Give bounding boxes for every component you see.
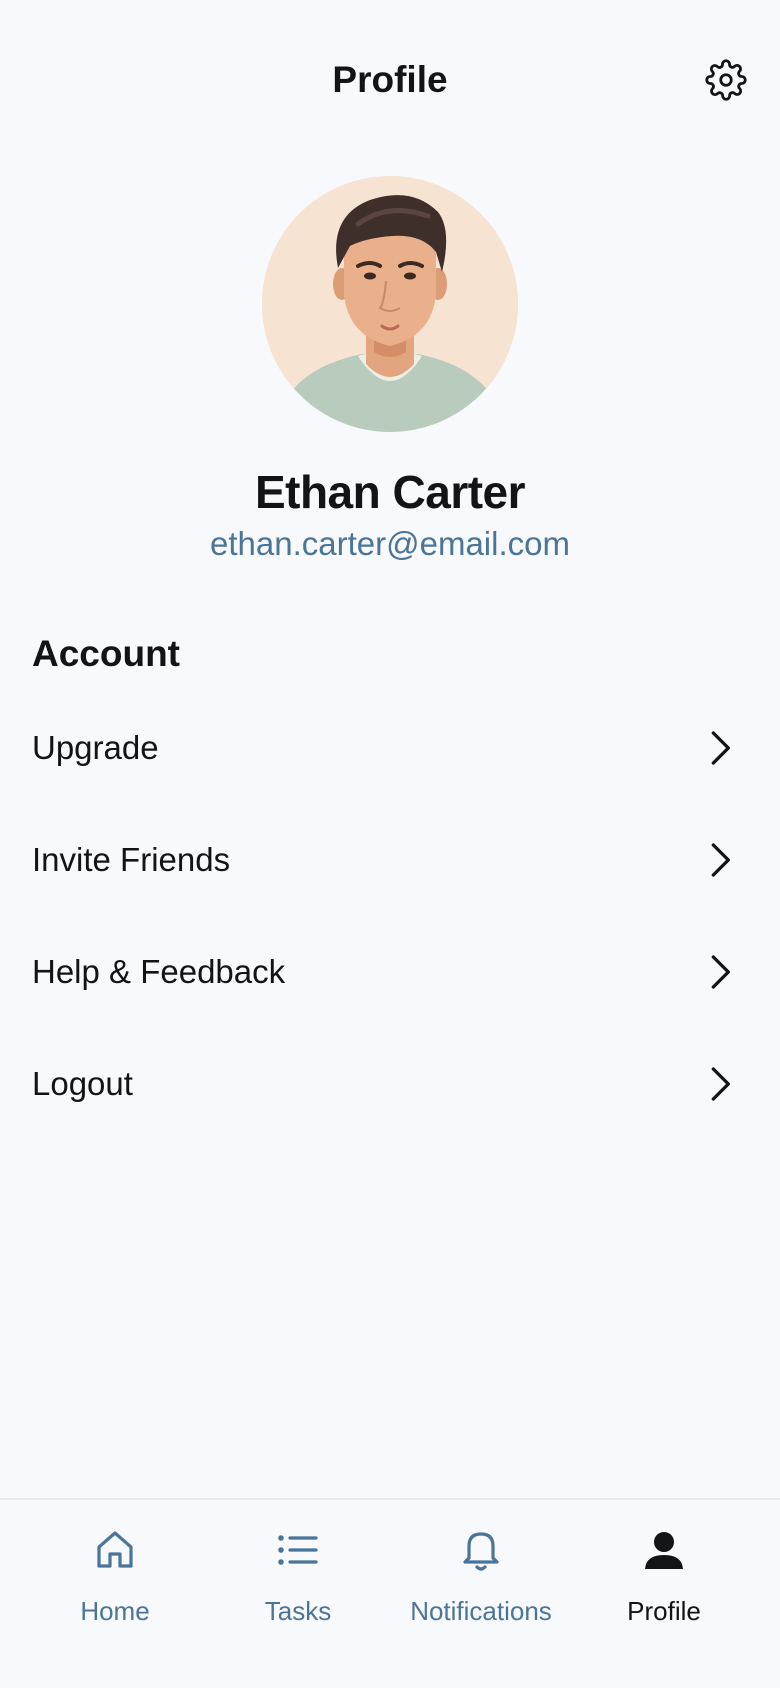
menu-item-logout[interactable]: Logout: [0, 1028, 780, 1140]
nav-label: Tasks: [264, 1596, 332, 1626]
avatar[interactable]: [262, 176, 518, 432]
nav-item-profile[interactable]: Profile: [574, 1524, 754, 1644]
header: Profile: [0, 0, 780, 160]
person-icon: [645, 1532, 683, 1569]
nav-label: Home: [80, 1596, 150, 1626]
home-icon: [97, 1531, 133, 1568]
nav-item-notifications[interactable]: Notifications: [391, 1524, 571, 1644]
menu-item-label: Help & Feedback: [32, 953, 286, 990]
menu-item-label: Upgrade: [32, 729, 159, 766]
page-title: Profile: [332, 59, 448, 100]
chevron-right-icon: [711, 955, 730, 989]
nav-item-tasks[interactable]: Tasks: [208, 1524, 388, 1644]
menu-item-label: Logout: [32, 1065, 133, 1102]
account-section-title: Account: [32, 633, 180, 674]
chevron-right-icon: [711, 731, 730, 765]
list-icon: [278, 1535, 318, 1565]
chevron-right-icon: [711, 843, 730, 877]
user-email: ethan.carter@email.com: [210, 525, 570, 562]
gear-icon: [705, 59, 747, 101]
menu-item-label: Invite Friends: [32, 841, 231, 878]
bell-icon: [463, 1532, 499, 1571]
nav-label: Profile: [627, 1596, 701, 1626]
profile-screen: Profile Ethan Carter ethan.carter@email.…: [0, 0, 780, 1688]
nav-item-home[interactable]: Home: [25, 1524, 205, 1644]
bottom-nav: Home Tasks Notifications Profile: [0, 1498, 780, 1688]
chevron-right-icon: [711, 1067, 730, 1101]
menu-item-invite-friends[interactable]: Invite Friends: [0, 804, 780, 916]
nav-label: Notifications: [410, 1596, 552, 1626]
user-name: Ethan Carter: [254, 466, 526, 518]
menu-item-help-feedback[interactable]: Help & Feedback: [0, 916, 780, 1028]
menu-item-upgrade[interactable]: Upgrade: [0, 692, 780, 804]
avatar-illustration: [262, 176, 518, 432]
account-menu: Upgrade Invite Friends Help & Feedback L…: [0, 692, 780, 1140]
settings-button[interactable]: [702, 56, 750, 104]
